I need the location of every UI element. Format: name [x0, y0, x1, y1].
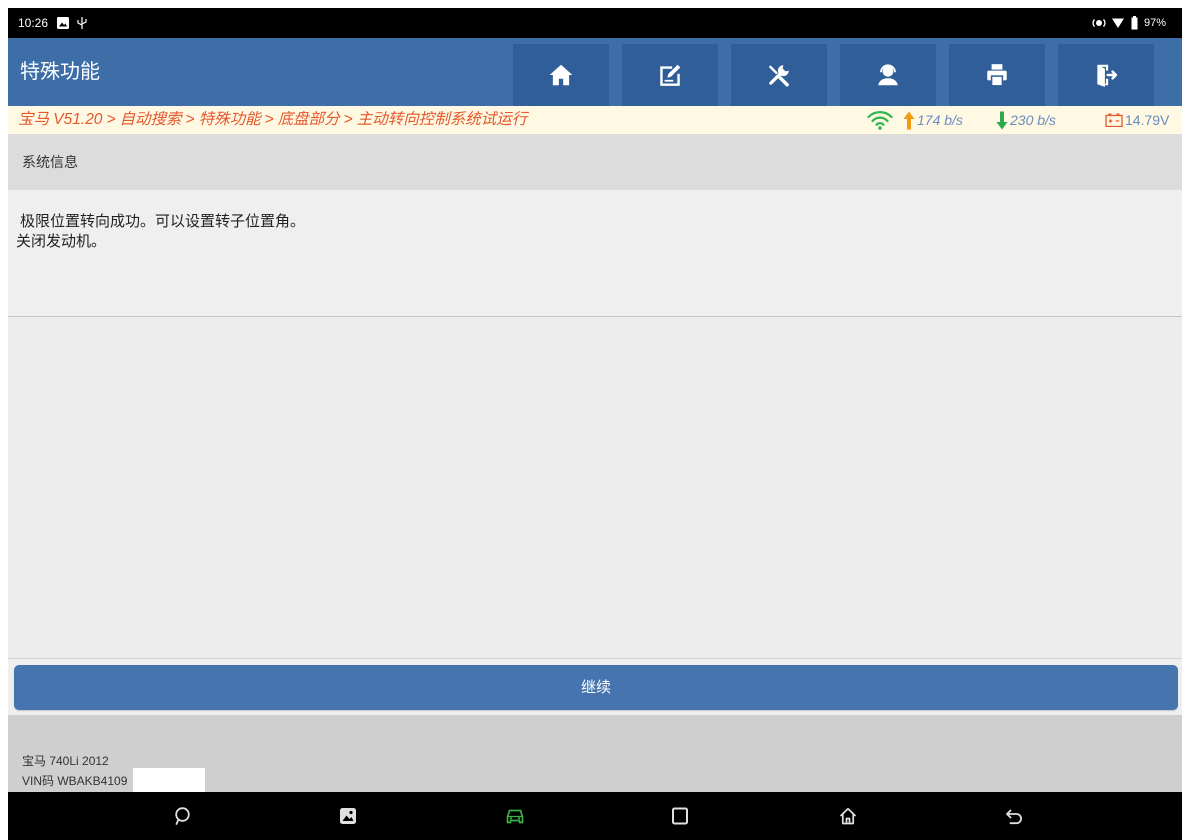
support-agent-icon[interactable] [875, 62, 901, 88]
tools-icon[interactable] [766, 62, 792, 88]
navigation-bar [8, 792, 1182, 840]
content-area [8, 317, 1182, 658]
screenshot-button[interactable] [336, 804, 360, 828]
breadcrumb-bar: 宝马 V51.20 > 自动搜索 > 特殊功能 > 底盘部分 > 主动转向控制系统试运行 174… [8, 106, 1182, 134]
print-button[interactable] [949, 44, 1045, 106]
continue-button[interactable]: 继续 [14, 665, 1178, 710]
feedback-button[interactable] [170, 804, 194, 828]
screenshot-icon[interactable] [338, 806, 358, 826]
vin-redaction [133, 768, 205, 792]
download-arrow-icon [996, 111, 1008, 130]
battery-level: 97% [1144, 17, 1167, 29]
page-title: 特殊功能 [20, 61, 100, 83]
upload-arrow-icon [903, 111, 915, 130]
wifi-signal-icon [1111, 16, 1125, 30]
system-status-bar: 10:26 97% [8, 8, 1182, 38]
breadcrumb-item: 主动转向控制系统试运行 [356, 111, 528, 128]
download-speed: 230 b/s [1010, 112, 1056, 128]
breadcrumb-item: 底盘部分 [277, 111, 340, 128]
message-line: 关闭发动机。 [16, 233, 107, 250]
recent-apps-button[interactable] [668, 804, 692, 828]
vci-car-icon[interactable] [504, 806, 526, 826]
support-button[interactable] [840, 44, 936, 106]
vehicle-vin: VIN码 WBAKB4109 [22, 774, 128, 788]
battery-voltage-icon [1105, 113, 1123, 128]
recent-apps-icon[interactable] [670, 806, 690, 826]
message-panel: 极限位置转向成功。可以设置转子位置角。 关闭发动机。 [8, 190, 1182, 316]
breadcrumb-item: 特殊功能 [198, 111, 261, 128]
breadcrumb: 宝马 V51.20 > 自动搜索 > 特殊功能 > 底盘部分 > 主动转向控制系统试运行 [18, 106, 527, 134]
breadcrumb-item: 宝马 V51.20 [18, 111, 103, 128]
battery-icon [1131, 16, 1138, 30]
breadcrumb-item: 自动搜索 [119, 111, 182, 128]
vehicle-model: 宝马 740Li 2012 [22, 754, 109, 768]
breadcrumb-separator: > [185, 111, 195, 128]
home-icon[interactable] [548, 62, 574, 88]
exit-button[interactable] [1058, 44, 1154, 106]
breadcrumb-separator: > [106, 111, 116, 128]
back-icon[interactable] [1004, 806, 1024, 826]
title-bar: 特殊功能 [8, 38, 1182, 106]
breadcrumb-separator: > [343, 111, 353, 128]
vibrate-icon [1092, 16, 1106, 30]
home-icon[interactable] [838, 806, 858, 826]
clock: 10:26 [18, 16, 49, 30]
upload-speed: 174 b/s [917, 112, 963, 128]
section-header: 系统信息 [8, 134, 1182, 190]
feedback-icon[interactable] [172, 806, 192, 826]
battery-voltage: 14.79V [1125, 112, 1170, 128]
vci-car-button[interactable] [503, 804, 527, 828]
back-button[interactable] [1002, 804, 1026, 828]
action-bar: 继续 [8, 658, 1182, 715]
printer-icon[interactable] [984, 62, 1010, 88]
wifi-icon [866, 110, 894, 130]
exit-icon[interactable] [1093, 62, 1119, 88]
gallery-icon [56, 16, 70, 30]
section-title: 系统信息 [22, 154, 78, 170]
edit-report-icon[interactable] [657, 62, 683, 88]
diagnostic-app-window: 10:26 97% 特殊功能 宝马 V51.20 > 自动搜索 > 特殊功能 >… [8, 8, 1182, 840]
breadcrumb-separator: > [264, 111, 274, 128]
edit-report-button[interactable] [622, 44, 718, 106]
android-home-button[interactable] [836, 804, 860, 828]
usb-icon [76, 16, 88, 30]
message-line: 极限位置转向成功。可以设置转子位置角。 [20, 213, 306, 230]
tools-button[interactable] [731, 44, 827, 106]
vehicle-info-footer: 宝马 740Li 2012 VIN码 WBAKB4109 [8, 715, 1182, 792]
home-button[interactable] [513, 44, 609, 106]
